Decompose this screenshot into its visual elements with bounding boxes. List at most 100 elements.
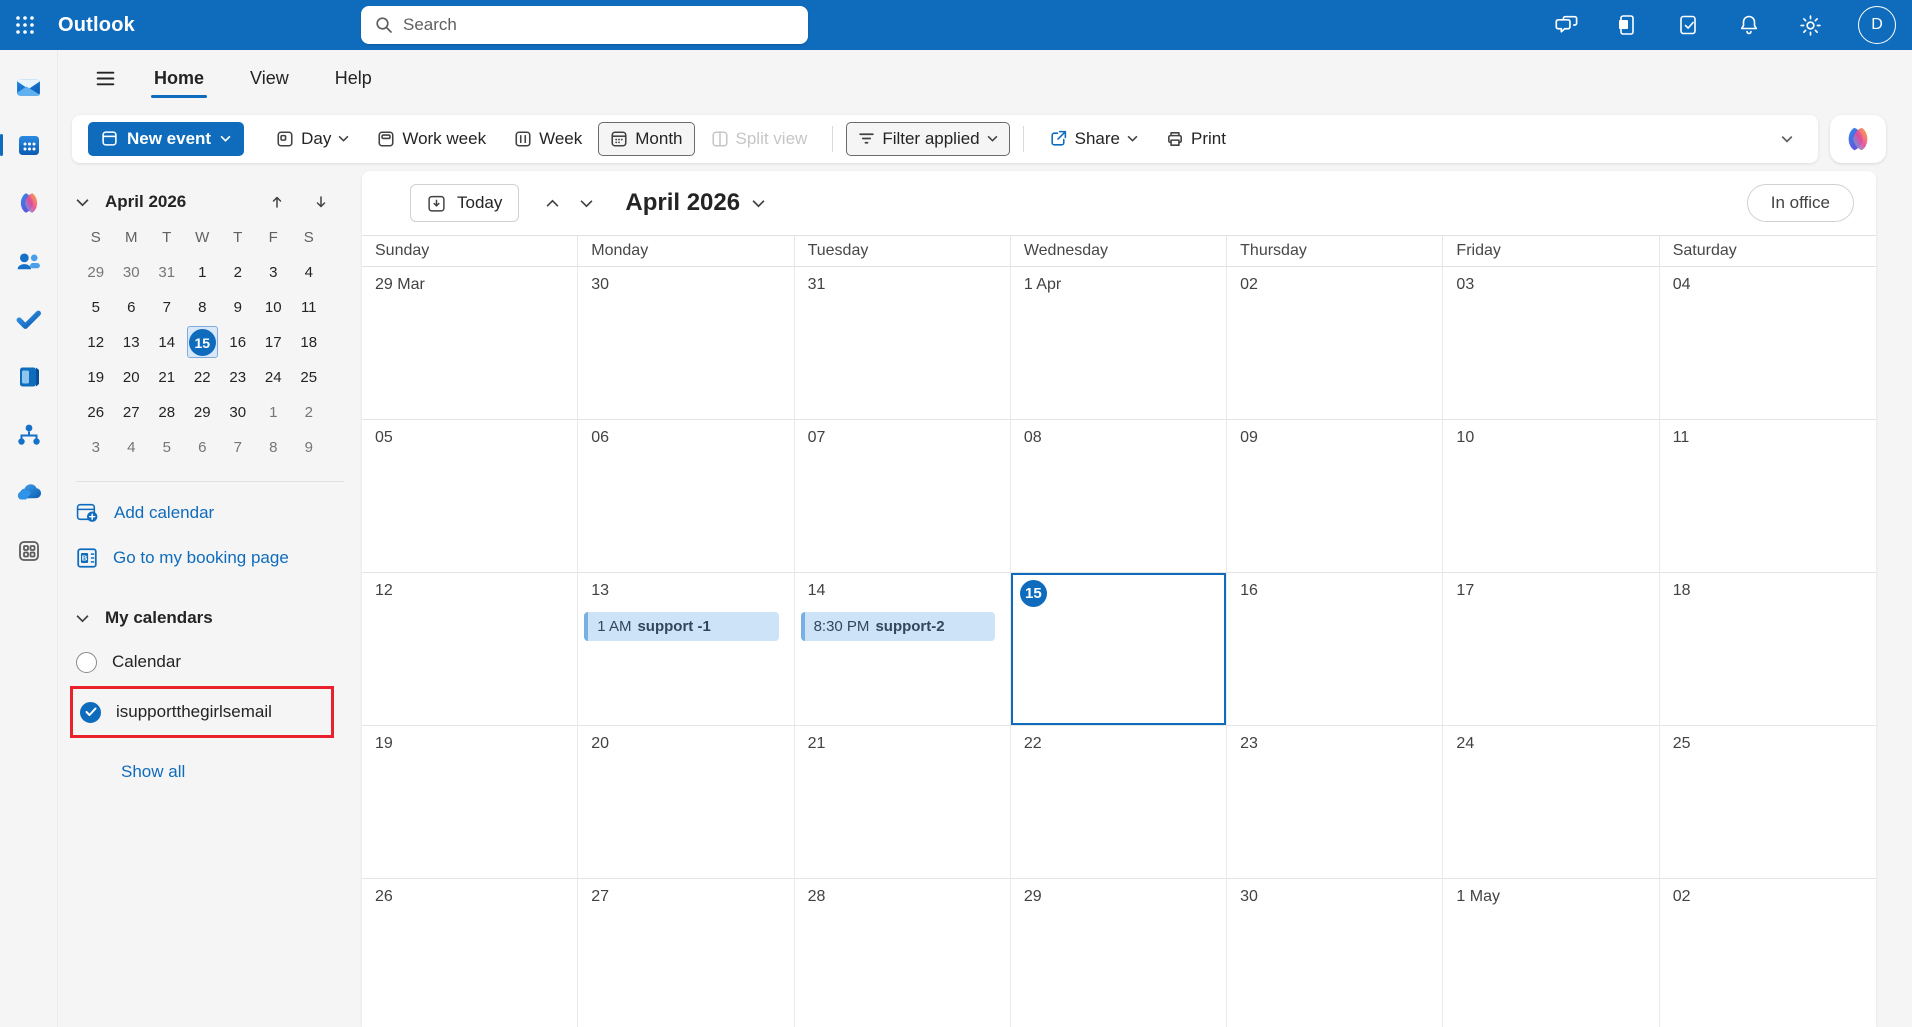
app-launcher-icon[interactable] — [0, 0, 50, 50]
mini-calendar-next-icon[interactable] — [310, 191, 332, 213]
mini-calendar-day[interactable]: 11 — [291, 290, 327, 325]
calendar-cell[interactable]: 28 — [795, 879, 1011, 1027]
mini-calendar-day[interactable]: 21 — [149, 360, 185, 395]
my-day-icon[interactable] — [1675, 12, 1701, 38]
mini-calendar-prev-icon[interactable] — [266, 191, 288, 213]
calendar-cell[interactable]: 02 — [1227, 267, 1444, 420]
mini-calendar-day[interactable]: 8 — [185, 290, 221, 325]
mini-calendar-day[interactable]: 22 — [185, 360, 221, 395]
rail-notebook-icon[interactable] — [9, 364, 49, 390]
view-work-week-button[interactable]: Work week — [365, 122, 498, 156]
calendar-cell[interactable]: 09 — [1227, 420, 1444, 573]
mini-calendar-day[interactable]: 1 — [185, 255, 221, 290]
mini-calendar-title[interactable]: April 2026 — [105, 192, 186, 212]
mini-calendar-day[interactable]: 27 — [114, 395, 150, 430]
calendar-cell[interactable]: 31 — [794, 267, 1011, 420]
mini-calendar-day[interactable]: 7 — [149, 290, 185, 325]
calendar-cell[interactable]: 24 — [1443, 726, 1660, 879]
mini-calendar-day[interactable]: 8 — [256, 430, 292, 465]
mini-calendar-day[interactable]: 30 — [220, 395, 256, 430]
mini-calendar-day[interactable]: 2 — [220, 255, 256, 290]
mini-calendar-day[interactable]: 18 — [291, 325, 327, 360]
calendar-list-item-calendar[interactable]: Calendar — [58, 640, 362, 684]
mini-calendar-day[interactable]: 12 — [78, 325, 114, 360]
mini-calendar-day[interactable]: 6 — [114, 290, 150, 325]
calendar-cell[interactable]: 30 — [1227, 879, 1444, 1027]
mini-calendar-day[interactable]: 5 — [149, 430, 185, 465]
tab-home[interactable]: Home — [150, 68, 208, 98]
calendar-cell[interactable]: 21 — [794, 726, 1011, 879]
calendar-cell-selected[interactable]: 15 — [1010, 573, 1228, 726]
calendar-cell[interactable]: 19 — [362, 726, 579, 879]
calendar-cell[interactable]: 03 — [1443, 267, 1660, 420]
mini-calendar-day[interactable]: 4 — [114, 430, 150, 465]
rail-more-apps-icon[interactable] — [9, 538, 49, 564]
rail-mail-icon[interactable] — [9, 74, 49, 100]
mini-calendar-day[interactable]: 25 — [291, 360, 327, 395]
chat-icon[interactable] — [1553, 12, 1579, 38]
calendar-cell[interactable]: 29 — [1011, 879, 1228, 1027]
print-button[interactable]: Print — [1154, 122, 1238, 156]
hamburger-menu-icon[interactable] — [88, 61, 122, 95]
filter-applied-button[interactable]: Filter applied — [846, 121, 1010, 156]
view-week-button[interactable]: Week — [502, 122, 594, 156]
calendar-cell[interactable]: 02 — [1660, 879, 1876, 1027]
calendar-cell[interactable]: 20 — [578, 726, 795, 879]
tab-help[interactable]: Help — [335, 68, 372, 89]
account-avatar[interactable]: D — [1858, 6, 1896, 44]
mini-calendar-day[interactable]: 29 — [185, 395, 221, 430]
mini-calendar-day[interactable]: 30 — [114, 255, 150, 290]
rail-todo-icon[interactable] — [9, 306, 49, 332]
calendar-cell[interactable]: 17 — [1443, 573, 1660, 726]
rail-org-explorer-icon[interactable] — [9, 422, 49, 448]
calendar-cell[interactable]: 29 Mar — [362, 267, 579, 420]
calendar-cell[interactable]: 1 Apr — [1010, 267, 1228, 420]
mini-calendar-day[interactable]: 17 — [256, 325, 292, 360]
today-button[interactable]: Today — [410, 184, 520, 222]
month-title[interactable]: April 2026 — [625, 189, 765, 217]
view-month-button[interactable]: Month — [598, 121, 695, 156]
mini-calendar-day[interactable]: 2 — [291, 395, 327, 430]
calendar-cell[interactable]: 16 — [1227, 573, 1444, 726]
share-button[interactable]: Share — [1037, 122, 1150, 156]
mini-calendar-day[interactable]: 1 — [256, 395, 292, 430]
calendar-event[interactable]: 8:30 PM support-2 — [800, 612, 995, 641]
my-calendars-header[interactable]: My calendars — [58, 596, 362, 640]
calendar-cell[interactable]: 11 — [1659, 420, 1876, 573]
calendar-cell[interactable]: 23 — [1227, 726, 1444, 879]
settings-gear-icon[interactable] — [1797, 12, 1823, 38]
calendar-cell[interactable]: 26 — [362, 879, 579, 1027]
mini-calendar-day[interactable]: 7 — [220, 430, 256, 465]
mini-calendar-day[interactable]: 5 — [78, 290, 114, 325]
rail-calendar-icon[interactable] — [0, 132, 49, 158]
mini-calendar-day[interactable]: 13 — [114, 325, 150, 360]
booking-page-link[interactable]: B Go to my booking page — [58, 535, 362, 580]
mini-calendar-day[interactable]: 4 — [291, 255, 327, 290]
calendar-cell[interactable]: 12 — [362, 573, 579, 726]
mini-calendar-collapse-chevron-icon[interactable] — [76, 198, 89, 207]
calendar-cell[interactable]: 1 May — [1443, 879, 1660, 1027]
add-calendar-link[interactable]: Add calendar — [58, 490, 362, 535]
calendar-cell[interactable]: 18 — [1659, 573, 1876, 726]
view-split-view-button[interactable]: Split view — [699, 122, 820, 156]
mini-calendar-day[interactable]: 3 — [78, 430, 114, 465]
mini-calendar-day[interactable]: 3 — [256, 255, 292, 290]
mini-calendar-day[interactable]: 29 — [78, 255, 114, 290]
calendar-cell[interactable]: 08 — [1010, 420, 1228, 573]
mini-calendar-day[interactable]: 20 — [114, 360, 150, 395]
calendar-cell[interactable]: 25 — [1659, 726, 1876, 879]
mini-calendar-day[interactable]: 28 — [149, 395, 185, 430]
calendar-cell[interactable]: 06 — [578, 420, 795, 573]
in-office-status-button[interactable]: In office — [1746, 184, 1854, 222]
calendar-cell[interactable]: 30 — [578, 267, 795, 420]
onenote-feed-icon[interactable]: N — [1614, 12, 1640, 38]
notifications-bell-icon[interactable] — [1736, 12, 1762, 38]
mini-calendar-day[interactable]: 16 — [220, 325, 256, 360]
mini-calendar-day[interactable]: 9 — [291, 430, 327, 465]
mini-calendar-day[interactable]: 23 — [220, 360, 256, 395]
rail-copilot-icon[interactable] — [9, 190, 49, 216]
previous-month-chevron-icon[interactable] — [535, 186, 569, 220]
view-day-button[interactable]: Day — [264, 122, 361, 156]
calendar-cell[interactable]: 10 — [1443, 420, 1660, 573]
calendar-checkbox-checked[interactable] — [80, 701, 101, 723]
